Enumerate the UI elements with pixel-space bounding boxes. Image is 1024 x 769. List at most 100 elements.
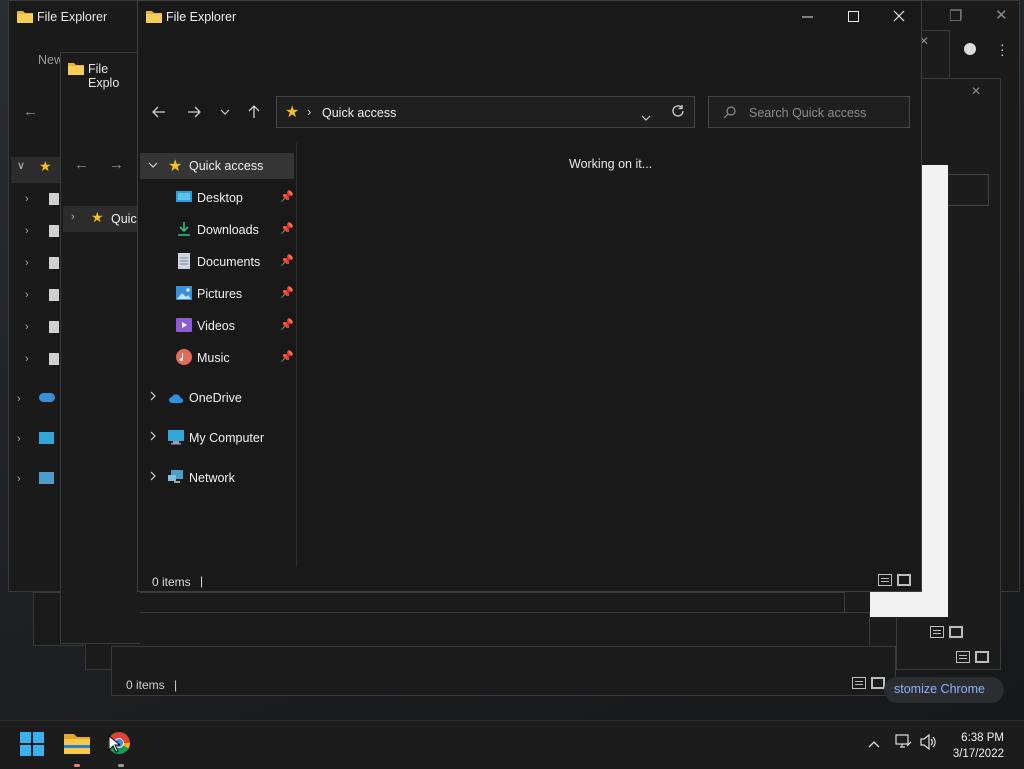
background-window-title: File Explorer (37, 10, 108, 24)
breadcrumb-quick-access[interactable]: Quick access (322, 106, 396, 120)
pin-icon[interactable]: 📌 (280, 254, 294, 267)
customize-chrome-label: stomize Chrome (894, 682, 985, 696)
nav-label: Desktop (197, 191, 243, 205)
chrome-menu-icon[interactable]: · · · (1000, 37, 1005, 61)
chevron-right-icon[interactable] (150, 431, 156, 444)
network-status-icon[interactable] (895, 734, 912, 753)
view-toggle[interactable] (852, 677, 885, 689)
up-button[interactable] (241, 101, 267, 123)
pin-icon[interactable]: 📌 (280, 350, 294, 363)
start-button[interactable] (19, 731, 47, 759)
view-toggle[interactable] (956, 651, 989, 663)
music-icon (176, 349, 192, 365)
nav-item-documents[interactable]: Documents 📌 (140, 249, 294, 275)
large-icons-view-icon[interactable] (975, 651, 989, 663)
customize-chrome-button[interactable]: stomize Chrome (884, 677, 1004, 703)
nav-item-quick-access[interactable]: ★ Quick access (140, 153, 294, 179)
background-nav-quick-access[interactable]: Quic (111, 212, 137, 226)
loading-message: Working on it... (569, 157, 653, 171)
details-view-icon[interactable] (956, 651, 970, 663)
nav-label: My Computer (189, 431, 265, 445)
details-view-icon[interactable] (852, 677, 866, 689)
address-dropdown-icon[interactable] (641, 108, 651, 126)
onedrive-icon (168, 391, 184, 407)
system-clock[interactable]: 6:38 PM 3/17/2022 (953, 730, 1004, 762)
restore-icon[interactable]: ❐ (949, 7, 962, 25)
forward-arrow-icon[interactable]: → (109, 156, 124, 173)
forward-button[interactable] (181, 101, 207, 123)
search-input[interactable]: Search Quick access (749, 106, 866, 120)
details-view-icon[interactable] (878, 574, 892, 586)
chevron-right-icon[interactable] (150, 391, 156, 404)
star-icon: ★ (285, 104, 300, 121)
mouse-cursor (108, 734, 122, 758)
chevron-down-icon[interactable] (148, 159, 158, 171)
view-toggle[interactable] (878, 574, 911, 586)
window-title: File Explorer (166, 10, 237, 24)
file-explorer-taskbar-button[interactable] (63, 731, 91, 767)
documents-icon (176, 253, 192, 269)
background-window-title: File Explo (88, 62, 120, 90)
recent-locations-button[interactable] (212, 101, 238, 123)
background-tree: ∨ ★ › › › › › › › › › (9, 151, 63, 591)
nav-label: Documents (197, 255, 261, 269)
folder-icon (17, 10, 33, 23)
clock-date: 3/17/2022 (952, 748, 1004, 760)
close-button[interactable] (884, 5, 914, 27)
pin-icon[interactable]: 📌 (280, 190, 294, 203)
folder-icon (68, 62, 84, 75)
item-count: 0 items (152, 575, 191, 589)
large-icons-view-icon[interactable] (949, 626, 963, 638)
back-arrow-icon[interactable]: ← (23, 103, 38, 120)
large-icons-view-icon[interactable] (871, 677, 885, 689)
nav-item-music[interactable]: Music 📌 (140, 345, 294, 371)
folder-icon (146, 10, 162, 23)
nav-item-pictures[interactable]: Pictures 📌 (140, 281, 294, 307)
maximize-button[interactable] (838, 5, 868, 27)
background-explorer-window-7[interactable]: 0 items | (111, 646, 896, 696)
search-icon (723, 106, 736, 124)
pin-icon[interactable]: 📌 (280, 318, 294, 331)
show-hidden-icons-chevron-icon[interactable] (868, 736, 880, 751)
background-explorer-window-2[interactable]: File Explo ← → › ★ Quic (60, 52, 141, 644)
nav-item-desktop[interactable]: Desktop 📌 (140, 185, 294, 211)
minimize-button[interactable] (792, 5, 822, 27)
nav-label: Network (189, 471, 235, 485)
large-icons-view-icon[interactable] (897, 574, 911, 586)
pin-icon[interactable]: 📌 (280, 286, 294, 299)
nav-label: Videos (197, 319, 235, 333)
running-indicator (118, 764, 124, 767)
nav-label: Quick access (189, 159, 264, 173)
clock-time: 6:38 PM (961, 732, 1004, 744)
refresh-icon[interactable] (671, 104, 685, 123)
chrome-profile-icon[interactable] (964, 43, 976, 55)
navigation-pane[interactable]: ★ Quick access Desktop 📌 Downloads 📌 Doc… (138, 143, 297, 567)
close-icon[interactable]: ✕ (971, 84, 981, 98)
nav-label: Downloads (197, 223, 259, 237)
details-view-icon[interactable] (930, 626, 944, 638)
nav-label: OneDrive (189, 391, 242, 405)
breadcrumb-chevron-icon[interactable]: › (307, 104, 311, 119)
close-icon[interactable]: ✕ (995, 6, 1008, 24)
search-box[interactable]: Search Quick access (708, 96, 910, 128)
chevron-right-icon[interactable] (150, 471, 156, 484)
view-toggle[interactable] (930, 626, 963, 638)
address-bar[interactable]: ★ › Quick access (276, 96, 695, 128)
videos-icon (176, 317, 192, 333)
nav-item-my-computer[interactable]: My Computer (140, 425, 294, 451)
volume-icon[interactable] (920, 733, 938, 753)
background-status-text: 0 items (126, 678, 165, 692)
nav-label: Pictures (197, 287, 243, 301)
downloads-icon (176, 221, 192, 237)
nav-item-onedrive[interactable]: OneDrive (140, 385, 294, 411)
back-button[interactable] (146, 101, 172, 123)
status-divider: | (200, 574, 204, 588)
file-explorer-window[interactable]: File Explorer ★ › Quick access Search Qu… (137, 0, 922, 592)
nav-item-network[interactable]: Network (140, 465, 294, 491)
nav-item-videos[interactable]: Videos 📌 (140, 313, 294, 339)
nav-item-downloads[interactable]: Downloads 📌 (140, 217, 294, 243)
pin-icon[interactable]: 📌 (280, 222, 294, 235)
pictures-icon (176, 285, 192, 301)
star-icon: ★ (168, 158, 183, 175)
back-arrow-icon[interactable]: ← (74, 156, 89, 173)
